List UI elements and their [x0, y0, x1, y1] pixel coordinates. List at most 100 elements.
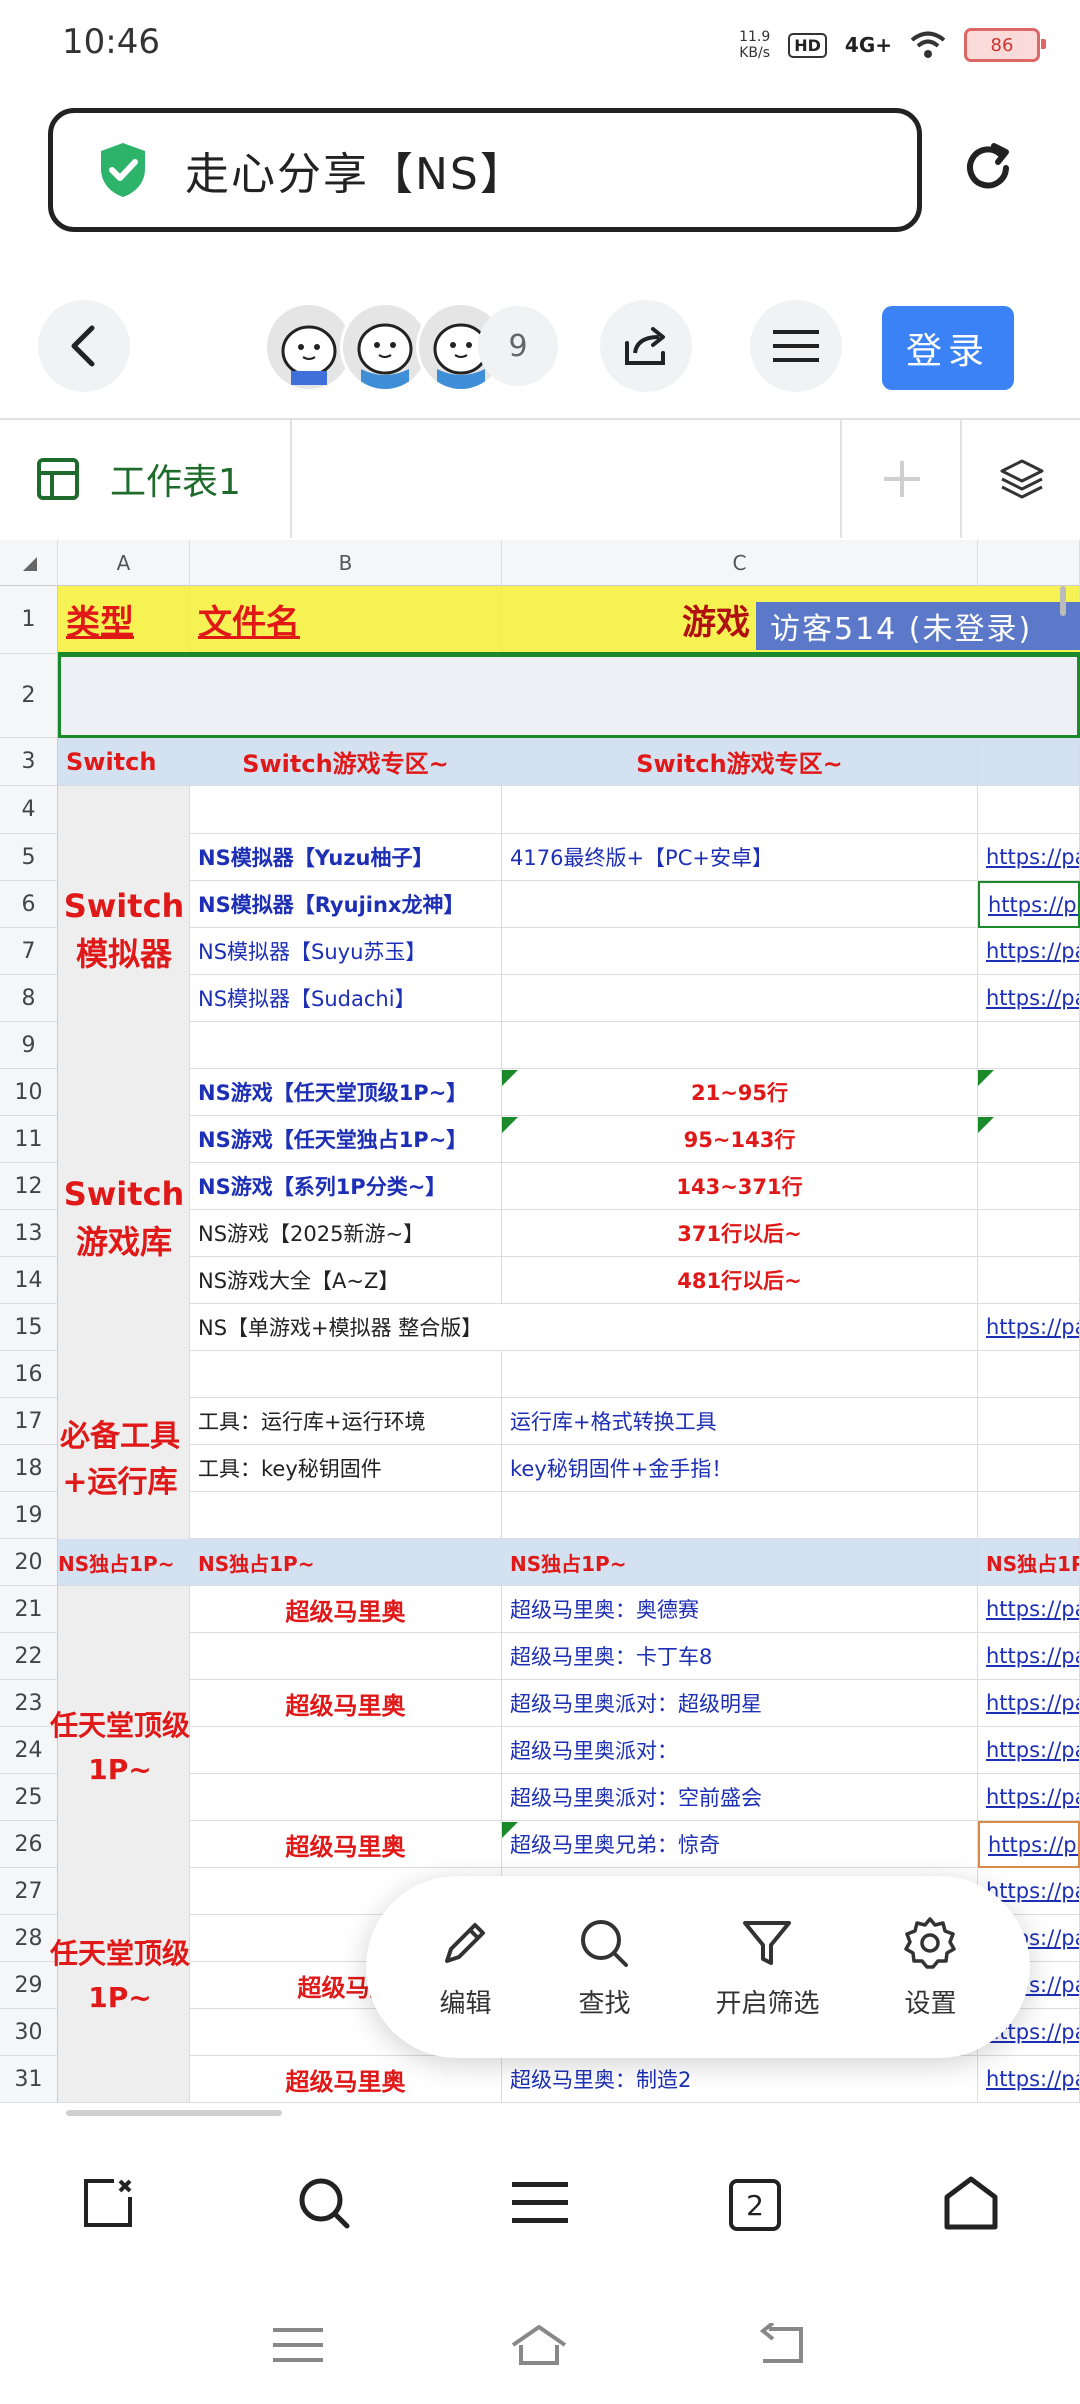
- vertical-scrollbar[interactable]: [1060, 586, 1066, 616]
- cell-b26[interactable]: 超级马里奥: [190, 1821, 502, 1868]
- cell-d19[interactable]: [978, 1492, 1080, 1539]
- cell-c26[interactable]: 超级马里奥兄弟：惊奇: [502, 1821, 978, 1868]
- row-header[interactable]: 2: [0, 654, 58, 738]
- column-header-b[interactable]: B: [190, 540, 502, 586]
- settings-button[interactable]: 设置: [902, 1915, 958, 2020]
- row-header[interactable]: 8: [0, 975, 58, 1022]
- row-header[interactable]: 7: [0, 928, 58, 975]
- cell-c24[interactable]: 超级马里奥派对：: [502, 1727, 978, 1774]
- menu-button[interactable]: [750, 300, 842, 392]
- row-header[interactable]: 13: [0, 1210, 58, 1257]
- reload-button[interactable]: [960, 140, 1016, 200]
- close-page-button[interactable]: [80, 2175, 136, 2235]
- cell-a20[interactable]: NS独占1P~: [58, 1539, 190, 1586]
- row-header[interactable]: 6: [0, 881, 58, 928]
- sheet-tab[interactable]: 工作表1: [0, 420, 292, 538]
- cell-d5-link[interactable]: https://pa: [978, 834, 1080, 881]
- sheet-list-button[interactable]: [960, 420, 1080, 538]
- cell-d13[interactable]: [978, 1210, 1080, 1257]
- find-button[interactable]: 查找: [576, 1915, 632, 2020]
- row-header[interactable]: 22: [0, 1633, 58, 1680]
- add-sheet-button[interactable]: [840, 420, 962, 538]
- cell-c9[interactable]: [502, 1022, 978, 1069]
- row-header[interactable]: 9: [0, 1022, 58, 1069]
- cell-row2-selected[interactable]: [58, 654, 1080, 738]
- cell-d17[interactable]: [978, 1398, 1080, 1445]
- cell-c31[interactable]: 超级马里奥：制造2: [502, 2056, 978, 2103]
- cell-b15[interactable]: NS【单游戏+模拟器 整合版】: [190, 1304, 978, 1351]
- recent-apps-button[interactable]: [273, 2326, 323, 2368]
- group-emulator[interactable]: Switch 模拟器: [58, 882, 190, 978]
- cell-d23-link[interactable]: https://pa: [978, 1680, 1080, 1727]
- row-header[interactable]: 27: [0, 1868, 58, 1915]
- cell-b3[interactable]: Switch游戏专区~: [190, 738, 502, 786]
- cell-d4[interactable]: [978, 786, 1080, 834]
- column-header-d[interactable]: [978, 540, 1080, 586]
- cell-c17[interactable]: 运行库+格式转换工具: [502, 1398, 978, 1445]
- cell-d22-link[interactable]: https://pa: [978, 1633, 1080, 1680]
- row-header[interactable]: 11: [0, 1116, 58, 1163]
- cell-d18[interactable]: [978, 1445, 1080, 1492]
- cell-d14[interactable]: [978, 1257, 1080, 1304]
- cell-c7[interactable]: [502, 928, 978, 975]
- cell-d31-link[interactable]: https://pa: [978, 2056, 1080, 2103]
- cell-b19[interactable]: [190, 1492, 502, 1539]
- cell-b21[interactable]: 超级马里奥: [190, 1586, 502, 1633]
- cell-d9[interactable]: [978, 1022, 1080, 1069]
- cell-d7-link[interactable]: https://pa: [978, 928, 1080, 975]
- cell-a3[interactable]: Switch: [58, 738, 190, 786]
- group-tools[interactable]: 必备工具 +运行库: [40, 1414, 200, 1506]
- cell-b23[interactable]: 超级马里奥: [190, 1680, 502, 1727]
- cell-c19[interactable]: [502, 1492, 978, 1539]
- cell-c6[interactable]: [502, 881, 978, 928]
- cell-c8[interactable]: [502, 975, 978, 1022]
- cell-c23[interactable]: 超级马里奥派对：超级明星: [502, 1680, 978, 1727]
- cell-a1[interactable]: 类型: [58, 586, 190, 654]
- cell-d25-link[interactable]: https://pa: [978, 1774, 1080, 1821]
- cell-c21[interactable]: 超级马里奥：奥德赛: [502, 1586, 978, 1633]
- cell-d15-link[interactable]: https://pa: [978, 1304, 1080, 1351]
- cell-b8[interactable]: NS模拟器【Sudachi】: [190, 975, 502, 1022]
- cell-b31[interactable]: 超级马里奥: [190, 2056, 502, 2103]
- cell-b5[interactable]: NS模拟器【Yuzu柚子】: [190, 834, 502, 881]
- group-top-1p[interactable]: 任天堂顶级 1P~: [40, 1704, 200, 1792]
- cell-b4[interactable]: [190, 786, 502, 834]
- cell-d20[interactable]: NS独占1P: [978, 1539, 1080, 1586]
- cell-c13[interactable]: 371行以后~: [502, 1210, 978, 1257]
- menu-button[interactable]: [512, 2180, 568, 2230]
- cell-c11[interactable]: 95~143行: [502, 1116, 978, 1163]
- cell-c20[interactable]: NS独占1P~: [502, 1539, 978, 1586]
- horizontal-scrollbar[interactable]: [66, 2110, 282, 2116]
- cell-d12[interactable]: [978, 1163, 1080, 1210]
- cell-b20[interactable]: NS独占1P~: [190, 1539, 502, 1586]
- group-library[interactable]: Switch 游戏库: [58, 1170, 190, 1266]
- cell-d8-link[interactable]: https://pa: [978, 975, 1080, 1022]
- cell-b7[interactable]: NS模拟器【Suyu苏玉】: [190, 928, 502, 975]
- collaborator-avatars[interactable]: [264, 302, 506, 392]
- cell-b16[interactable]: [190, 1351, 502, 1398]
- row-header[interactable]: 14: [0, 1257, 58, 1304]
- cell-d16[interactable]: [978, 1351, 1080, 1398]
- column-header-c[interactable]: C: [502, 540, 978, 586]
- cell-c22[interactable]: 超级马里奥：卡丁车8: [502, 1633, 978, 1680]
- cell-b13[interactable]: NS游戏【2025新游~】: [190, 1210, 502, 1257]
- select-all-corner[interactable]: [0, 540, 58, 586]
- cell-c10[interactable]: 21~95行: [502, 1069, 978, 1116]
- row-header[interactable]: 20: [0, 1539, 58, 1586]
- row-header[interactable]: 15: [0, 1304, 58, 1351]
- row-header[interactable]: 10: [0, 1069, 58, 1116]
- collaborator-count[interactable]: 9: [478, 306, 558, 386]
- back-button[interactable]: [38, 300, 130, 392]
- cell-b24[interactable]: [190, 1727, 502, 1774]
- cell-b10[interactable]: NS游戏【任天堂顶级1P~】: [190, 1069, 502, 1116]
- cell-d24-link[interactable]: https://pa: [978, 1727, 1080, 1774]
- row-header[interactable]: 4: [0, 786, 58, 834]
- cell-d26-link[interactable]: https://pa: [978, 1821, 1080, 1868]
- row-header[interactable]: 5: [0, 834, 58, 881]
- group-top-1p[interactable]: 任天堂顶级 1P~: [40, 1932, 200, 2020]
- filter-button[interactable]: 开启筛选: [715, 1915, 819, 2020]
- row-header[interactable]: 16: [0, 1351, 58, 1398]
- column-header-a[interactable]: A: [58, 540, 190, 586]
- row-header[interactable]: 1: [0, 586, 58, 654]
- edit-button[interactable]: 编辑: [437, 1915, 493, 2020]
